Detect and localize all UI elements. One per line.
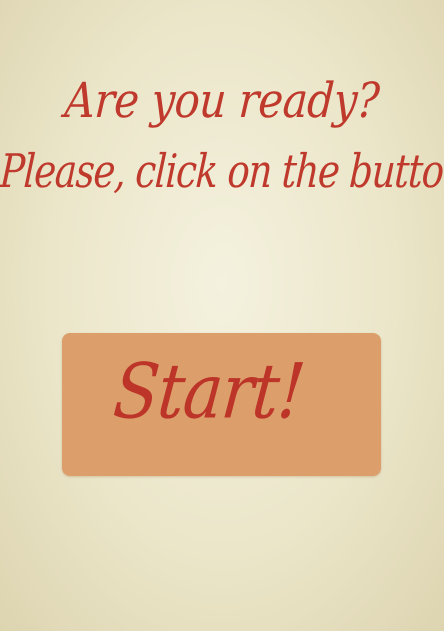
start-button-label: Start! [110, 347, 308, 436]
start-button[interactable]: Start! [62, 333, 381, 476]
ready-question-text: Are you ready? [63, 72, 381, 129]
instruction-text: Please, click on the button... [0, 144, 444, 199]
